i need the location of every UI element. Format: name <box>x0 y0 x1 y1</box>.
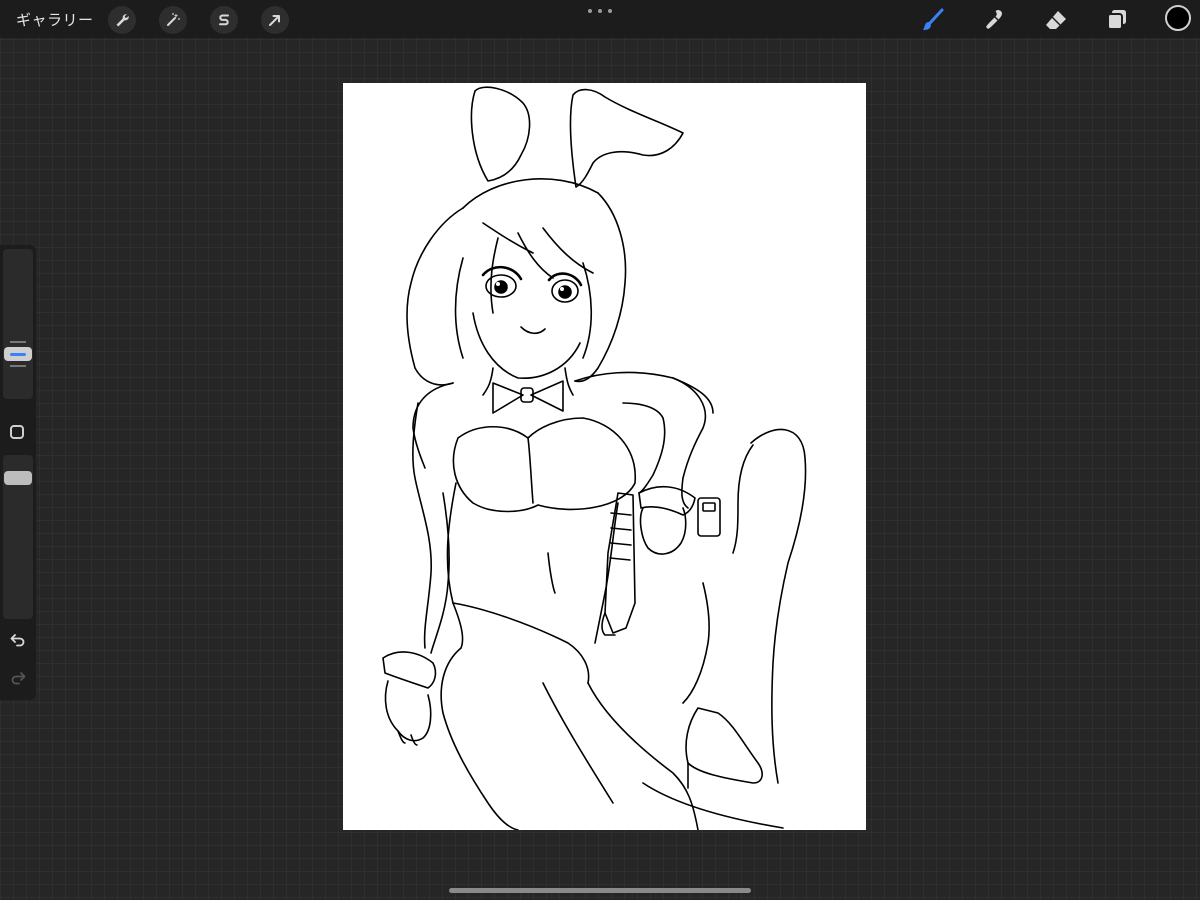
hairband <box>462 178 599 209</box>
eraser-icon <box>1046 11 1066 29</box>
home-indicator[interactable] <box>449 888 751 893</box>
bow-tie <box>492 380 564 414</box>
selection-button[interactable] <box>210 6 238 34</box>
mouth <box>520 326 546 335</box>
left-sidebar <box>0 245 36 700</box>
color-picker-swatch[interactable] <box>1165 5 1191 31</box>
smudge-icon <box>986 10 1002 29</box>
brush-size-slider[interactable] <box>3 249 33 399</box>
drawing-canvas[interactable] <box>343 83 866 830</box>
slider-tick <box>10 341 26 343</box>
eraser-tool-button[interactable] <box>1041 5 1071 35</box>
brush-size-thumb[interactable] <box>4 347 32 361</box>
redo-icon <box>11 672 26 685</box>
modify-square-icon[interactable] <box>10 425 24 439</box>
hair-outline <box>406 207 464 386</box>
right-hand <box>639 507 687 555</box>
brush-icon <box>923 8 944 30</box>
face-outline <box>472 312 581 379</box>
right-cuff <box>638 485 696 516</box>
bodice <box>452 417 636 513</box>
bunny-ear-left <box>470 86 531 182</box>
more-options-dots-icon[interactable] <box>588 6 612 16</box>
undo-button[interactable] <box>8 630 28 650</box>
raised-leg <box>750 428 807 784</box>
undo-icon <box>10 634 25 647</box>
layers-icon <box>1107 10 1126 30</box>
high-heel <box>685 707 763 784</box>
transform-arrow-icon <box>269 15 280 26</box>
left-cuff <box>382 651 437 689</box>
opacity-thumb[interactable] <box>4 471 32 485</box>
workspace: ギャラリー <box>0 0 1200 900</box>
gallery-button[interactable]: ギャラリー <box>16 9 94 30</box>
magic-wand-icon <box>167 13 180 26</box>
adjustments-button[interactable] <box>159 6 187 34</box>
redo-button[interactable] <box>8 668 28 688</box>
bunny-ear-right <box>569 88 684 188</box>
brush-tool-button[interactable] <box>918 5 948 35</box>
actions-button[interactable] <box>108 6 136 34</box>
top-toolbar: ギャラリー <box>0 0 1200 38</box>
selection-s-icon <box>219 14 229 26</box>
smudge-tool-button[interactable] <box>980 5 1010 35</box>
line-art-illustration <box>382 86 807 830</box>
transform-button[interactable] <box>261 6 289 34</box>
wrench-icon <box>116 14 129 27</box>
left-hand <box>384 680 432 742</box>
slider-tick <box>10 365 26 367</box>
layers-button[interactable] <box>1102 5 1132 35</box>
seated-leg <box>440 647 519 830</box>
